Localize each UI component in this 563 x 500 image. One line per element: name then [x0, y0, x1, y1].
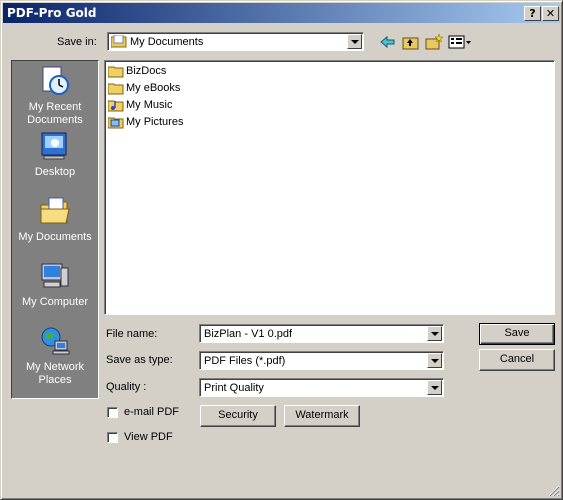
chevron-down-icon[interactable] — [427, 380, 442, 395]
file-name: My Music — [126, 99, 173, 111]
my-computer-icon — [41, 263, 69, 288]
chevron-down-icon[interactable] — [347, 34, 362, 49]
place-my-network-places[interactable]: My Network Places — [12, 325, 98, 387]
save-as-type-select[interactable]: PDF Files (*.pdf) — [199, 351, 444, 370]
place-label-line1: My Network — [25, 361, 85, 373]
save-as-type-label: Save as type: — [106, 354, 173, 366]
file-name-label: File name: — [106, 328, 158, 340]
file-list[interactable]: BizDocs My eBooks My Music My Pictures — [104, 60, 555, 315]
save-in-label: Save in: — [57, 36, 97, 48]
place-my-computer[interactable]: My Computer — [12, 260, 98, 309]
save-as-type-value: PDF Files (*.pdf) — [204, 355, 286, 367]
chevron-down-icon[interactable] — [427, 353, 442, 368]
place-my-recent-documents[interactable]: My Recent Documents — [12, 65, 98, 127]
help-button[interactable]: ? — [524, 6, 541, 21]
desktop-icon — [41, 132, 67, 160]
place-label-line1: My Computer — [21, 296, 89, 308]
quality-label: Quality : — [106, 381, 147, 393]
place-label-line1: My Documents — [18, 231, 92, 243]
place-label-line1: My Recent — [28, 101, 82, 113]
save-in-value: My Documents — [130, 36, 204, 48]
folder-icon — [108, 66, 124, 78]
view-pdf-checkbox[interactable] — [107, 432, 118, 443]
quality-select[interactable]: Print Quality — [199, 378, 444, 397]
view-menu-icon[interactable] — [448, 34, 472, 50]
email-pdf-label: e-mail PDF — [124, 406, 180, 418]
place-label-line2: Places — [38, 374, 72, 386]
recent-documents-icon — [42, 66, 69, 95]
new-folder-icon[interactable] — [425, 34, 443, 50]
close-button[interactable]: ✕ — [542, 6, 559, 21]
place-label-line1: Desktop — [34, 166, 76, 178]
file-name: BizDocs — [126, 65, 167, 77]
file-name: My eBooks — [126, 82, 181, 94]
security-button[interactable]: Security — [200, 405, 276, 427]
email-pdf-checkbox[interactable] — [107, 407, 118, 418]
music-folder-icon — [108, 100, 124, 112]
back-arrow-icon[interactable] — [379, 34, 397, 50]
place-label-line2: Documents — [27, 114, 83, 126]
save-button[interactable]: Save — [479, 323, 555, 345]
cancel-button[interactable]: Cancel — [479, 349, 555, 371]
up-folder-icon[interactable] — [402, 34, 420, 50]
place-my-documents[interactable]: My Documents — [12, 195, 98, 244]
chevron-down-icon[interactable] — [427, 326, 442, 341]
view-pdf-label: View PDF — [124, 431, 173, 443]
file-name-combo[interactable]: BizPlan - V1 0.pdf — [199, 324, 444, 343]
my-documents-icon — [40, 197, 70, 224]
place-desktop[interactable]: Desktop — [12, 130, 98, 179]
my-documents-small-icon — [111, 35, 127, 48]
network-places-icon — [41, 327, 70, 355]
pictures-folder-icon — [108, 117, 124, 129]
places-bar: My Recent Documents Desktop My Documents — [11, 60, 99, 399]
watermark-button[interactable]: Watermark — [284, 405, 360, 427]
folder-icon — [108, 83, 124, 95]
save-in-combo[interactable]: My Documents — [107, 32, 364, 51]
title-bar[interactable]: PDF-Pro Gold ? ✕ — [3, 3, 560, 23]
save-dialog: PDF-Pro Gold ? ✕ Save in: My Documents M… — [0, 0, 563, 500]
resize-grip-icon[interactable] — [548, 485, 560, 497]
file-name-value: BizPlan - V1 0.pdf — [204, 328, 293, 340]
file-name: My Pictures — [126, 116, 184, 128]
quality-value: Print Quality — [204, 382, 264, 394]
window-title: PDF-Pro Gold — [7, 6, 97, 20]
